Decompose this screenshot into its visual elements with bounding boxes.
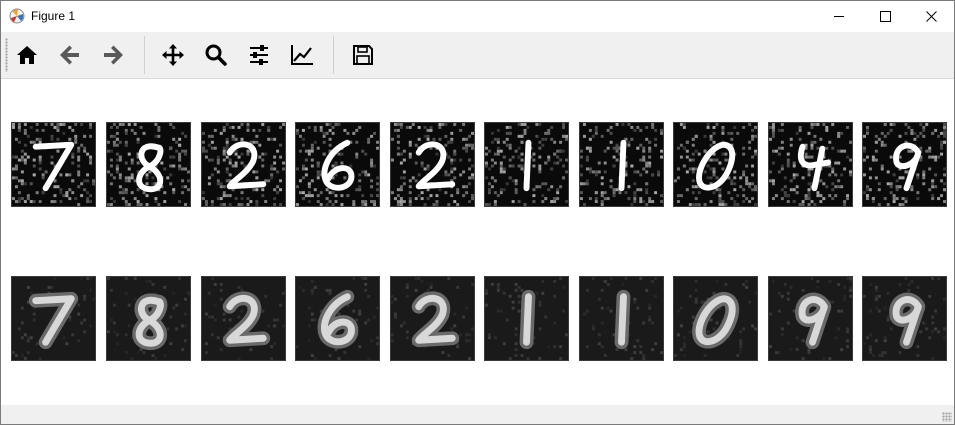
denoised-digit-2 [390,276,475,361]
denoised-digit-9 [768,276,853,361]
denoised-digit-0 [673,276,758,361]
matplotlib-icon [9,8,25,24]
minimize-icon [834,16,844,17]
minimize-button[interactable] [816,1,862,32]
zoom-button[interactable] [201,40,231,70]
arrow-left-icon [60,45,79,65]
close-button[interactable] [908,1,954,32]
toolbar-grip[interactable] [5,38,8,72]
edit-axes-button[interactable] [287,40,317,70]
subplots-button[interactable] [244,40,274,70]
toolbar-separator [333,36,334,74]
noisy-digit-2 [390,122,475,207]
noisy-digit-8 [106,122,191,207]
denoised-digit-6 [295,276,380,361]
resize-grip[interactable] [942,412,952,422]
maximize-button[interactable] [862,1,908,32]
pan-button[interactable] [158,40,188,70]
denoised-digit-1 [484,276,569,361]
toolbar-separator [144,36,145,74]
line-chart-icon [291,45,313,65]
navigation-toolbar [1,32,954,79]
denoised-digit-7 [11,276,96,361]
figure-canvas[interactable] [1,79,954,405]
noisy-digit-1 [484,122,569,207]
magnifier-icon [205,44,227,66]
title-bar[interactable]: Figure 1 [1,1,954,32]
noisy-digit-6 [295,122,380,207]
noisy-digit-4 [768,122,853,207]
save-button[interactable] [348,40,378,70]
sliders-icon [250,45,268,65]
denoised-digit-1 [579,276,664,361]
figure-window: Figure 1 [0,0,955,425]
back-button[interactable] [55,40,85,70]
status-bar [1,405,954,424]
denoised-digit-2 [201,276,286,361]
noisy-digit-7 [11,122,96,207]
arrow-right-icon [104,45,123,65]
noisy-digit-0 [673,122,758,207]
noisy-digit-9 [862,122,947,207]
window-title: Figure 1 [31,9,76,23]
floppy-disk-icon [353,45,373,65]
denoised-digit-8 [106,276,191,361]
noisy-digit-1 [579,122,664,207]
move-icon [162,44,184,66]
noisy-digit-2 [201,122,286,207]
forward-button[interactable] [98,40,128,70]
home-icon [17,46,37,64]
denoised-digit-9 [862,276,947,361]
close-icon [926,11,937,22]
maximize-icon [880,11,891,22]
home-button[interactable] [12,40,42,70]
